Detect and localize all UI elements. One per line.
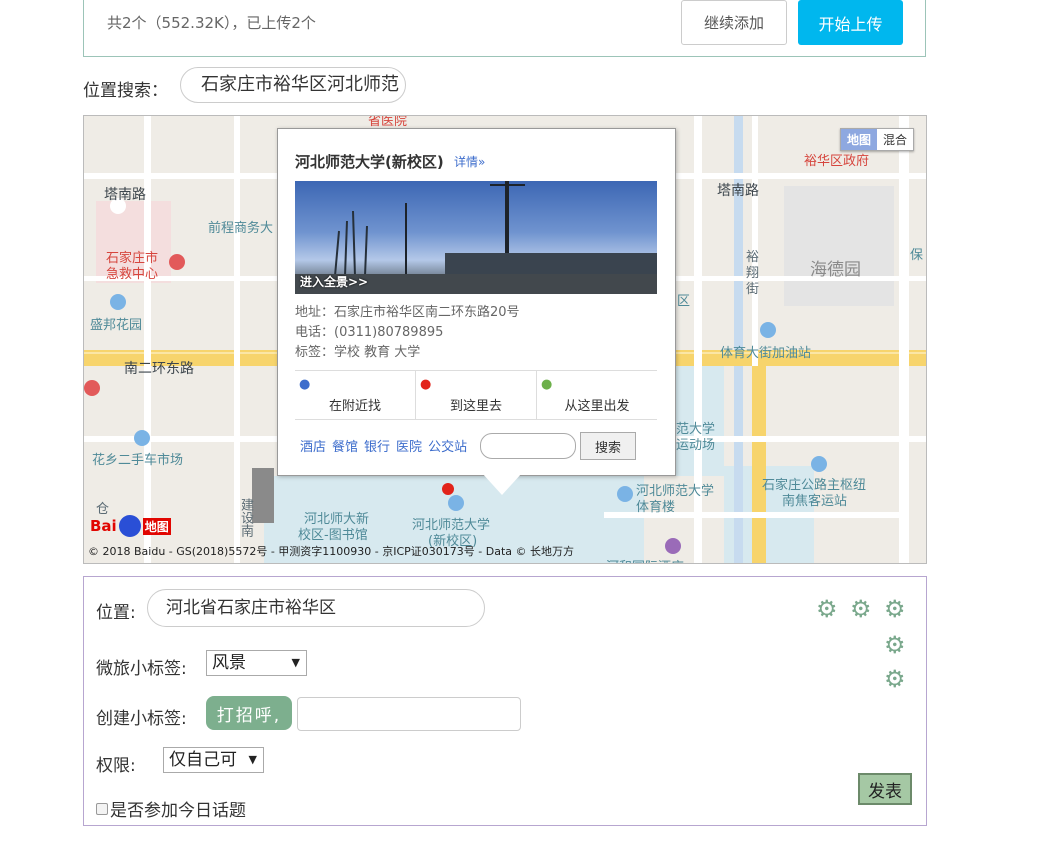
map-label-ring-road: 南二环东路: [124, 361, 194, 377]
info-detail-link[interactable]: 详情»: [454, 153, 485, 170]
link-hotel[interactable]: 酒店: [300, 436, 326, 455]
map-pin-green-icon: ●: [541, 377, 553, 392]
link-bank[interactable]: 银行: [364, 436, 390, 455]
tag-chip[interactable]: 打招呼,: [206, 696, 292, 730]
search-nearby-button[interactable]: ● 在附近找: [295, 371, 416, 419]
permission-label: 权限:: [96, 756, 136, 776]
map[interactable]: 省医院 裕华区政府 塔南路 塔南路 前程商务大 石家庄市 急救中心 裕 翔 街 …: [83, 115, 927, 564]
bicycle-icon: ⚙: [884, 665, 906, 693]
micro-tag-value: 风景: [212, 653, 246, 673]
bicycle-icon: ⚙: [884, 595, 906, 623]
map-label-yuxiang-3: 街: [746, 282, 760, 297]
position-label: 位置:: [96, 603, 136, 623]
info-panorama-photo[interactable]: 进入全景>>: [295, 181, 657, 294]
map-label-haide: 海德园: [810, 260, 861, 280]
map-label-tanan-road-right: 塔南路: [717, 183, 759, 199]
map-label-hotel: 河和国际酒店: [606, 556, 684, 563]
location-search-input[interactable]: 石家庄市裕华区河北师范: [180, 67, 406, 103]
map-label-bus-station-2: 南焦客运站: [782, 494, 848, 509]
info-search-button[interactable]: 搜索: [580, 432, 636, 460]
micro-tag-label: 微旅小标签:: [96, 659, 187, 679]
info-title: 河北师范大学(新校区): [295, 153, 444, 171]
info-search-input[interactable]: [480, 433, 576, 459]
upload-summary: 共2个（552.32K），已上传2个: [107, 14, 316, 32]
permission-value: 仅自己可: [169, 750, 237, 770]
paw-icon: [118, 515, 141, 537]
map-pin-red-icon: ●: [420, 377, 432, 392]
map-label-library-2: 校区-图书馆: [298, 528, 368, 543]
topic-checkbox-label: 是否参加今日话题: [110, 801, 246, 821]
info-window-pointer: [482, 473, 522, 495]
topic-checkbox[interactable]: [96, 802, 108, 815]
micro-tag-select[interactable]: 风景 ▼: [206, 650, 307, 676]
map-label-shengbang: 盛邦花园: [90, 318, 143, 333]
map-label-jianshe: 建设南: [238, 498, 253, 537]
map-info-window: 河北师范大学(新校区) 详情» 进入全景>> 地址：石家庄市裕华区南二环东路20…: [277, 128, 676, 476]
link-restaurant[interactable]: 餐馆: [332, 436, 358, 455]
link-hospital[interactable]: 医院: [396, 436, 422, 455]
create-tag-input[interactable]: [297, 697, 521, 731]
map-label-yuhua-gov: 裕华区政府: [804, 154, 870, 169]
info-actions: ● 在附近找 ● 到这里去 ● 从这里出发: [295, 370, 657, 420]
map-copyright: © 2018 Baidu - GS(2018)5572号 - 甲测资字11009…: [88, 545, 575, 558]
link-bus-stop[interactable]: 公交站: [428, 436, 467, 455]
map-label-district: 区: [677, 294, 691, 309]
chevron-down-icon: ▼: [248, 753, 257, 766]
map-label-bao: 保: [910, 248, 924, 263]
info-category-links: 酒店 餐馆 银行 医院 公交站: [300, 436, 467, 455]
map-label-emergency-2: 急救中心: [106, 267, 159, 282]
bicycle-icon: ⚙: [816, 595, 838, 623]
info-panorama-link[interactable]: 进入全景>>: [300, 273, 368, 290]
map-label-gas-station: 体育大街加油站: [720, 346, 812, 361]
baidu-logo: Bai 地图: [90, 515, 171, 537]
map-label-field-2: 运动场: [676, 438, 716, 453]
permission-select[interactable]: 仅自己可 ▼: [163, 747, 264, 773]
info-phone: 电话：(0311)80789895: [295, 325, 444, 340]
chevron-down-icon: ▼: [291, 656, 300, 669]
search-icon: ●: [299, 377, 311, 392]
bicycle-icon: ⚙: [850, 595, 872, 623]
baidu-logo-text: Bai: [90, 517, 117, 535]
topic-checkbox-row[interactable]: 是否参加今日话题: [96, 796, 246, 821]
continue-add-button[interactable]: 继续添加: [681, 0, 787, 45]
create-tag-label: 创建小标签:: [96, 709, 187, 729]
map-label-hospital: 省医院: [368, 115, 408, 129]
map-label-gym-2: 体育楼: [636, 500, 676, 515]
go-here-label: 到这里去: [449, 399, 502, 414]
start-from-here-button[interactable]: ● 从这里出发: [537, 371, 657, 419]
baidu-logo-map-text: 地图: [142, 517, 171, 535]
search-nearby-label: 在附近找: [328, 399, 381, 414]
location-search-label: 位置搜索：: [83, 81, 168, 101]
map-type-switch[interactable]: 地图 混合: [839, 128, 914, 151]
map-label-tanan-road-left: 塔南路: [104, 187, 146, 203]
info-address: 地址：石家庄市裕华区南二环东路20号: [295, 305, 520, 320]
start-from-here-label: 从这里出发: [564, 399, 630, 414]
map-label-qiancheng: 前程商务大: [208, 221, 274, 236]
publish-button[interactable]: 发表: [858, 773, 912, 805]
bicycle-icon: ⚙: [884, 631, 906, 659]
map-type-hybrid-button[interactable]: 混合: [876, 129, 913, 150]
position-input[interactable]: 河北省石家庄市裕华区: [147, 589, 485, 627]
map-label-flea-market: 花乡二手车市场: [92, 453, 184, 468]
info-tags: 标签：学校 教育 大学: [295, 345, 421, 360]
start-upload-button[interactable]: 开始上传: [798, 0, 903, 45]
post-form: 位置: 河北省石家庄市裕华区 微旅小标签: 风景 ▼ 创建小标签: 打招呼, 权…: [83, 576, 927, 826]
go-here-button[interactable]: ● 到这里去: [416, 371, 537, 419]
map-type-map-button[interactable]: 地图: [840, 129, 877, 150]
